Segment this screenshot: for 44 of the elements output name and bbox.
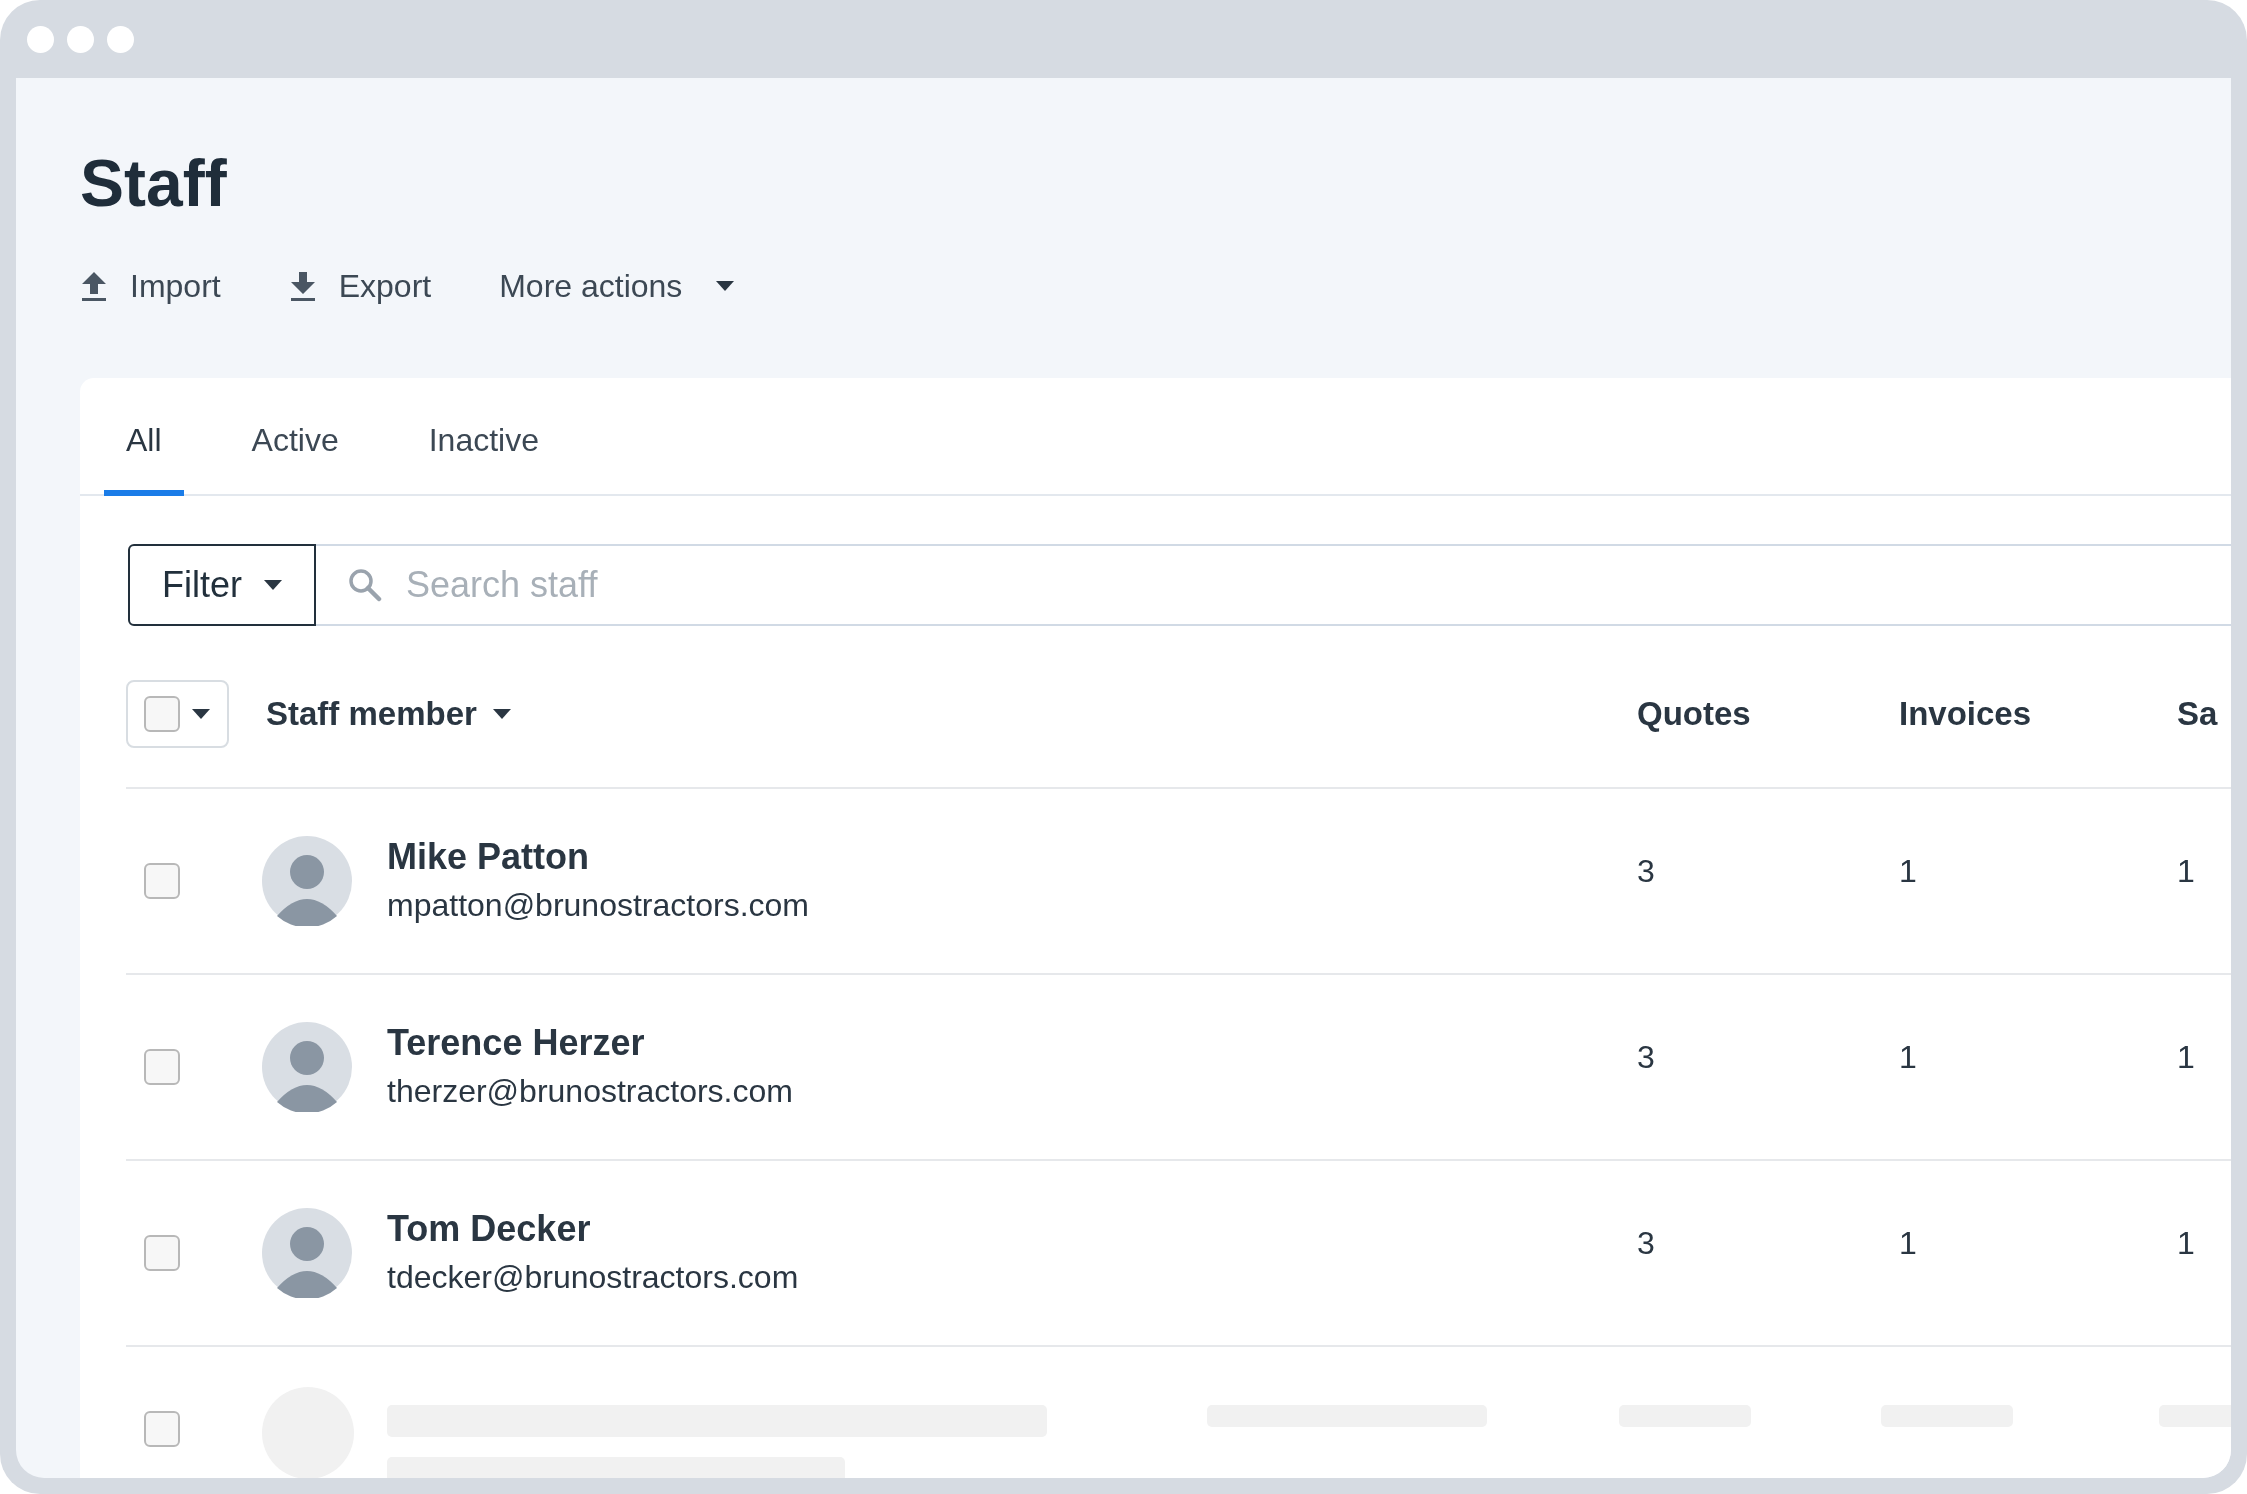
more-actions-button[interactable]: More actions <box>499 262 735 310</box>
upload-icon <box>80 270 108 302</box>
staff-name: Terence Herzer <box>387 1020 646 1065</box>
checkbox[interactable] <box>144 1049 180 1085</box>
export-button[interactable]: Export <box>288 262 432 310</box>
tab[interactable]: Active <box>229 378 361 496</box>
table-cell: 1 <box>2177 1225 2195 1261</box>
checkbox[interactable] <box>144 696 180 732</box>
avatar-icon <box>262 836 352 926</box>
caret-icon <box>492 709 511 719</box>
table-cell: 1 <box>1899 1039 1917 1075</box>
staff-email: tdecker@brunostractors.com <box>387 1257 800 1297</box>
caret-icon <box>192 709 210 719</box>
tab[interactable]: All <box>104 378 184 496</box>
avatar-icon <box>262 1208 352 1298</box>
download-icon <box>288 270 317 302</box>
column-header[interactable]: Staff member <box>266 689 511 739</box>
caret-icon <box>716 281 735 291</box>
staff-name: Mike Patton <box>387 834 591 879</box>
import-button[interactable]: Import <box>80 262 221 310</box>
table-cell: 1 <box>1899 1225 1917 1261</box>
column-header: Sa <box>2177 694 2218 735</box>
checkbox[interactable] <box>144 1235 180 1271</box>
table-cell: 3 <box>1637 853 1655 889</box>
column-header: Quotes <box>1637 694 1751 735</box>
caret-icon <box>264 580 282 590</box>
table-cell: 1 <box>2177 853 2195 889</box>
page-title: Staff <box>80 150 228 216</box>
select-all-dropdown[interactable] <box>126 680 229 748</box>
tab[interactable]: Inactive <box>406 378 561 496</box>
filter-button[interactable]: Filter <box>128 544 316 626</box>
staff-email: mpatton@brunostractors.com <box>387 885 810 925</box>
table-cell: 3 <box>1637 1039 1655 1075</box>
column-header: Invoices <box>1899 694 2032 735</box>
search-icon <box>348 568 382 602</box>
table-cell: 3 <box>1637 1225 1655 1261</box>
checkbox[interactable] <box>144 1411 180 1447</box>
checkbox[interactable] <box>144 863 180 899</box>
avatar-icon <box>262 1022 352 1112</box>
table-cell: 1 <box>2177 1039 2195 1075</box>
search-field[interactable]: Search staff <box>406 558 2231 612</box>
table-cell: 1 <box>1899 853 1917 889</box>
staff-email: therzer@brunostractors.com <box>387 1071 794 1111</box>
staff-name: Tom Decker <box>387 1206 592 1251</box>
